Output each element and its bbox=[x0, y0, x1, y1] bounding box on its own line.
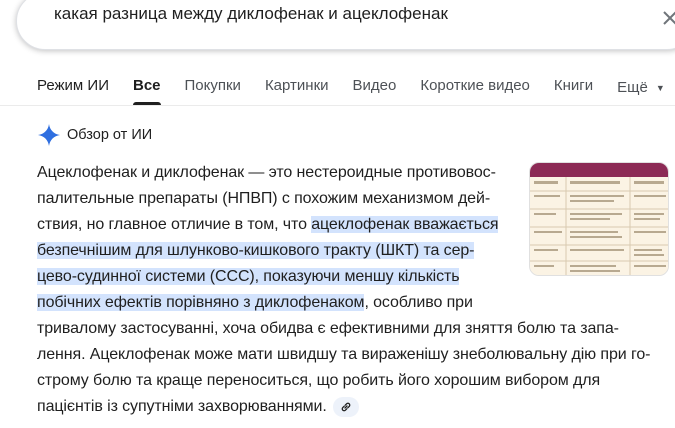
tab-images[interactable]: Картинки bbox=[265, 76, 329, 100]
link-icon bbox=[341, 402, 351, 412]
answer-line: лення. Ацеклофенак може мати швидшу та в… bbox=[37, 346, 651, 363]
answer-line: строму болю та краще переноситься, що ро… bbox=[37, 372, 601, 389]
answer-text: , особливо при bbox=[364, 294, 473, 311]
tab-short-videos[interactable]: Короткие видео bbox=[420, 76, 530, 100]
highlighted-answer: побічних ефектів порівняно з диклофенако… bbox=[37, 294, 365, 311]
answer-text: ствия, но главное отличие в том, что bbox=[37, 216, 312, 233]
highlighted-answer: ацеклофенак вважається bbox=[311, 216, 499, 233]
answer-line: пацієнтів із супутніми захворюваннями. bbox=[37, 394, 661, 420]
answer-text: пацієнтів із супутніми захворюваннями. bbox=[37, 398, 327, 415]
answer-line: ствия, но главное отличие в том, что аце… bbox=[37, 212, 661, 238]
ai-overview-text: Ацеклофенак и диклофенак — это нестероид… bbox=[37, 160, 661, 420]
search-input[interactable]: какая разница между диклофенак и ацеклоф… bbox=[54, 4, 448, 24]
answer-line: побічних ефектів порівняно з диклофенако… bbox=[37, 290, 661, 316]
tabs-divider bbox=[0, 105, 675, 106]
tab-more-label: Ещё bbox=[617, 79, 648, 96]
search-tabs: Режим ИИ Все Покупки Картинки Видео Коро… bbox=[37, 76, 665, 105]
tab-shopping[interactable]: Покупки bbox=[185, 76, 241, 100]
answer-line: тривалому застосуванні, хоча обидва є еф… bbox=[37, 320, 619, 337]
tab-more[interactable]: Ещё ▼ bbox=[617, 76, 665, 100]
tab-books[interactable]: Книги bbox=[554, 76, 593, 100]
tab-ai-mode[interactable]: Режим ИИ bbox=[37, 76, 109, 100]
gemini-sparkle-icon bbox=[38, 124, 60, 146]
ai-overview-header: Обзор от ИИ bbox=[37, 123, 152, 147]
answer-line: Ацеклофенак и диклофенак — это нестероид… bbox=[37, 164, 496, 181]
search-box[interactable]: какая разница между диклофенак и ацеклоф… bbox=[16, 0, 675, 50]
source-link-button[interactable] bbox=[332, 396, 359, 417]
tab-all[interactable]: Все bbox=[132, 76, 161, 105]
chevron-down-icon: ▼ bbox=[655, 83, 665, 93]
answer-line: безпечнішим для шлунково-кишкового тракт… bbox=[37, 238, 661, 264]
highlighted-answer: безпечнішим для шлунково-кишкового тракт… bbox=[37, 242, 475, 259]
highlighted-answer: цево-судинної системи (ССС), показуючи м… bbox=[37, 268, 460, 285]
ai-overview-title: Обзор от ИИ bbox=[67, 127, 153, 143]
answer-line: цево-судинної системи (ССС), показуючи м… bbox=[37, 264, 661, 290]
close-icon[interactable] bbox=[661, 9, 675, 27]
answer-line: палительные препараты (НПВП) с похожим м… bbox=[37, 190, 491, 207]
tab-videos[interactable]: Видео bbox=[353, 76, 397, 100]
